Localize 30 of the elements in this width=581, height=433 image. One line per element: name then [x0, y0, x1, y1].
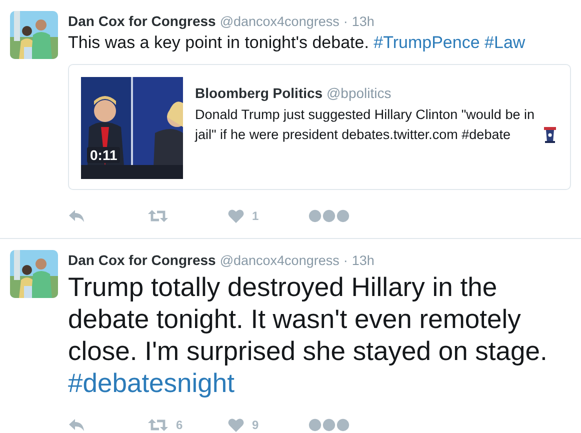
timestamp[interactable]: 13h — [352, 14, 374, 29]
reply-icon[interactable] — [68, 209, 86, 223]
hashtag-link[interactable]: #Law — [484, 33, 526, 52]
video-duration: 0:11 — [87, 147, 120, 163]
like-count: 1 — [252, 209, 259, 223]
author-handle[interactable]: @dancox4congress — [220, 253, 340, 268]
heart-icon[interactable] — [228, 209, 244, 223]
retweet-icon[interactable] — [148, 418, 168, 432]
more-icon[interactable] — [308, 209, 350, 223]
reply-icon[interactable] — [68, 418, 86, 432]
author-name[interactable]: Dan Cox for Congress — [68, 252, 216, 268]
hashtag-link[interactable]: #TrumpPence — [374, 33, 480, 52]
tweet-text: This was a key point in tonight's debate. #TrumpPence #Law — [68, 32, 526, 54]
hashtag-link[interactable]: #debatesnight — [68, 368, 235, 398]
podium-icon — [543, 127, 557, 143]
retweet-icon[interactable] — [148, 209, 168, 223]
tweet-text: Trump totally destroyed Hillary in the debate tonight. It wasn't even remotely close. I'm surprised she stayed on stage. #debatesnight — [68, 271, 548, 399]
quoted-tweet-text: Donald Trump just suggested Hillary Clinton "would be in jail" if he were president debates.twitter.com #debate — [195, 106, 536, 144]
author-name[interactable]: Dan Cox for Congress — [68, 13, 216, 29]
heart-icon[interactable] — [228, 418, 244, 432]
separator: · — [343, 253, 348, 268]
like-count: 9 — [252, 418, 259, 432]
quoted-author-handle[interactable]: @bpolitics — [326, 85, 392, 101]
separator: · — [343, 14, 348, 29]
author-handle[interactable]: @dancox4congress — [220, 14, 340, 29]
timestamp[interactable]: 13h — [352, 253, 374, 268]
quoted-author-name[interactable]: Bloomberg Politics — [195, 85, 323, 101]
retweet-count: 6 — [176, 418, 183, 432]
quoted-tweet-card[interactable]: 0:11 Bloomberg Politics @bpolitics Donald Trump just suggested Hillary Clinton "would be in jail" if he were president debates.twitter.com #debate — [68, 64, 571, 190]
more-icon[interactable] — [308, 418, 350, 432]
